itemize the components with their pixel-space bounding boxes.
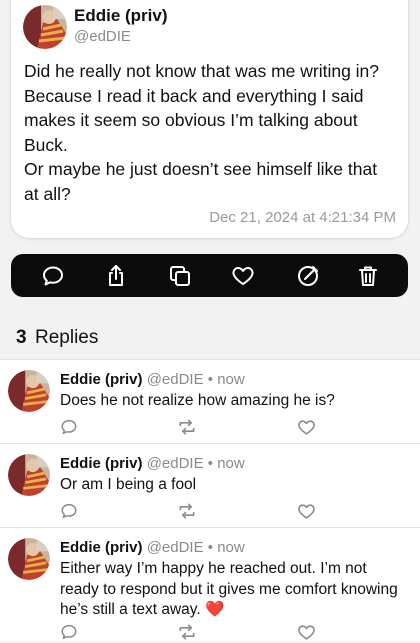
reply-author-handle[interactable]: @edDIE bbox=[147, 455, 204, 472]
copy-icon[interactable] bbox=[165, 261, 195, 291]
reply-author-handle[interactable]: @edDIE bbox=[147, 371, 204, 388]
reply-text: Either way I’m happy he reached out. I’m… bbox=[60, 559, 408, 621]
heart-icon[interactable] bbox=[295, 416, 317, 438]
comment-icon[interactable] bbox=[38, 261, 68, 291]
reply-item[interactable]: Eddie (priv) @edDIE • now Either way I’m… bbox=[0, 527, 420, 641]
edit-icon[interactable] bbox=[293, 261, 323, 291]
reply-text: Does he not realize how amazing he is? bbox=[60, 392, 335, 409]
trash-icon[interactable] bbox=[353, 261, 383, 291]
post-card: Eddie (priv) @edDIE Did he really not kn… bbox=[11, 0, 408, 238]
reply-text-content: Either way I’m happy he reached out. I’m… bbox=[60, 560, 398, 618]
reply-author-handle[interactable]: @edDIE bbox=[147, 539, 204, 556]
author-name[interactable]: Eddie (priv) bbox=[74, 6, 168, 26]
repost-icon[interactable] bbox=[176, 500, 198, 522]
replies-header: 3 Replies bbox=[0, 318, 420, 356]
heart-icon[interactable] bbox=[295, 500, 317, 522]
reply-author-name[interactable]: Eddie (priv) bbox=[60, 371, 143, 388]
author-handle[interactable]: @edDIE bbox=[74, 28, 131, 45]
reply-time: now bbox=[217, 455, 245, 472]
reply-actions bbox=[0, 500, 420, 522]
reply-time: now bbox=[217, 371, 245, 388]
reply-text: Or am I being a fool bbox=[60, 476, 197, 493]
reply-author-name[interactable]: Eddie (priv) bbox=[60, 539, 143, 556]
post-action-toolbar bbox=[11, 254, 408, 297]
avatar[interactable] bbox=[8, 370, 50, 412]
reply-header: Eddie (priv) @edDIE • now bbox=[60, 371, 245, 388]
post-body: Did he really not know that was me writi… bbox=[24, 59, 396, 206]
separator-dot: • bbox=[207, 371, 214, 388]
avatar[interactable] bbox=[8, 454, 50, 496]
share-icon[interactable] bbox=[101, 261, 131, 291]
reply-item[interactable]: Eddie (priv) @edDIE • now Does he not re… bbox=[0, 359, 420, 444]
post-body-line: Did he really not know that was me writi… bbox=[24, 61, 380, 155]
reply-author-name[interactable]: Eddie (priv) bbox=[60, 455, 143, 472]
reply-header: Eddie (priv) @edDIE • now bbox=[60, 455, 245, 472]
avatar[interactable] bbox=[23, 5, 67, 49]
post-body-line: Or maybe he just doesn’t see himself lik… bbox=[24, 159, 378, 204]
comment-icon[interactable] bbox=[58, 416, 80, 438]
separator-dot: • bbox=[207, 455, 214, 472]
reply-time: now bbox=[217, 539, 245, 556]
post-timestamp: Dec 21, 2024 at 4:21:34 PM bbox=[209, 209, 396, 226]
reply-item[interactable]: Eddie (priv) @edDIE • now Or am I being … bbox=[0, 443, 420, 528]
replies-count: 3 bbox=[16, 327, 27, 348]
red-heart-emoji: ❤️ bbox=[205, 601, 225, 618]
comment-icon[interactable] bbox=[58, 500, 80, 522]
replies-label: Replies bbox=[35, 327, 99, 348]
avatar[interactable] bbox=[8, 538, 50, 580]
reply-actions bbox=[0, 416, 420, 438]
heart-icon[interactable] bbox=[228, 261, 258, 291]
separator-dot: • bbox=[207, 539, 214, 556]
repost-icon[interactable] bbox=[176, 416, 198, 438]
reply-header: Eddie (priv) @edDIE • now bbox=[60, 539, 245, 556]
